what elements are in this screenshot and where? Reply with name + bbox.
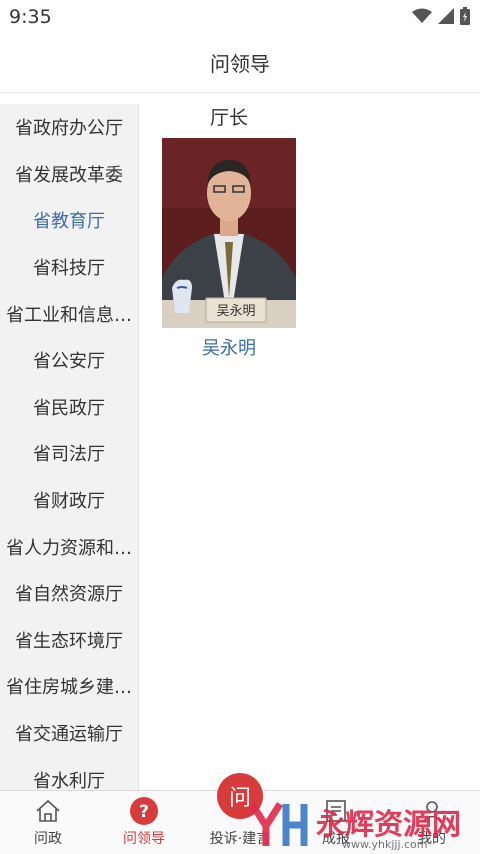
sidebar-item-label: 省发展改革委 bbox=[15, 164, 123, 186]
sidebar-item[interactable]: 省住房城乡建… bbox=[0, 663, 138, 710]
sidebar-item-label: 省政府办公厅 bbox=[15, 118, 123, 140]
sidebar-item[interactable]: 省生态环境厅 bbox=[0, 617, 138, 664]
sidebar-item-label: 省住房城乡建… bbox=[6, 677, 132, 699]
page-title: 问领导 bbox=[210, 51, 270, 76]
tab-label: 问政 bbox=[34, 831, 62, 847]
ask-fab-label: 问 bbox=[228, 786, 251, 811]
sidebar-item[interactable]: 省人力资源和… bbox=[0, 523, 138, 570]
battery-icon bbox=[460, 7, 470, 25]
tab-label: 问领导 bbox=[123, 831, 165, 847]
leader-name[interactable]: 吴永明 bbox=[162, 334, 296, 360]
sidebar-item[interactable]: 省司法厅 bbox=[0, 430, 138, 477]
leader-content: 厅长 吴永明 吴永明 bbox=[139, 93, 480, 790]
tab-mine[interactable]: 我的 bbox=[384, 791, 480, 854]
sidebar-item[interactable]: 省公安厅 bbox=[0, 337, 138, 384]
leader-photo: 吴永明 bbox=[162, 138, 296, 328]
sidebar-item-label: 省民政厅 bbox=[33, 397, 105, 419]
tab-label: 成报 bbox=[322, 831, 350, 847]
status-bar: 9:35 bbox=[0, 0, 480, 32]
sidebar-item[interactable]: 省交通运输厅 bbox=[0, 710, 138, 757]
sidebar-item[interactable]: 省发展改革委 bbox=[0, 151, 138, 198]
sidebar-item-label: 省财政厅 bbox=[33, 491, 105, 513]
sidebar-item[interactable]: 省民政厅 bbox=[0, 384, 138, 431]
tab-label: 投诉·建言 bbox=[209, 831, 271, 847]
sidebar-item[interactable]: 省自然资源厅 bbox=[0, 570, 138, 617]
ask-fab-button[interactable]: 问 bbox=[217, 773, 263, 819]
department-sidebar[interactable]: 省政府办公厅 省发展改革委 省教育厅省科技厅省工业和信息… 省公安厅省民政厅省司法厅省… bbox=[0, 104, 139, 790]
sidebar-item-label: 省工业和信息… bbox=[6, 304, 132, 326]
question-circle-icon: ? bbox=[130, 797, 158, 825]
home-icon bbox=[36, 799, 60, 822]
sidebar-item-label: 省公安厅 bbox=[33, 351, 105, 373]
status-icons bbox=[412, 7, 470, 25]
sidebar-item[interactable]: 省财政厅 bbox=[0, 477, 138, 524]
tab-wenlingdao[interactable]: ? 问领导 bbox=[96, 791, 192, 854]
report-icon bbox=[326, 800, 346, 822]
sidebar-item-label: 省水利厅 bbox=[33, 770, 105, 790]
wifi-icon bbox=[412, 8, 432, 23]
sidebar-item[interactable]: 省政府办公厅 bbox=[0, 104, 138, 151]
sidebar-item-label: 省交通运输厅 bbox=[15, 724, 123, 746]
sidebar-item-label: 省自然资源厅 bbox=[15, 584, 123, 606]
tab-wenzheng[interactable]: 问政 bbox=[0, 791, 96, 854]
user-icon bbox=[422, 801, 442, 823]
svg-text:?: ? bbox=[139, 802, 149, 822]
sidebar-item-label: 省科技厅 bbox=[33, 258, 105, 280]
leader-role: 厅长 bbox=[209, 107, 248, 129]
sidebar-item[interactable]: 省工业和信息… bbox=[0, 290, 138, 337]
leader-portrait-image: 吴永明 bbox=[162, 138, 296, 328]
sidebar-item[interactable]: 省水利厅 bbox=[0, 756, 138, 790]
app-bar: 问领导 bbox=[0, 32, 480, 93]
signal-icon bbox=[438, 8, 454, 24]
status-time: 9:35 bbox=[9, 6, 52, 28]
sidebar-item-label: 省生态环境厅 bbox=[15, 630, 123, 652]
leader-card[interactable]: 厅长 吴永明 吴永明 bbox=[162, 103, 296, 360]
tab-report[interactable]: 成报 bbox=[288, 791, 384, 854]
sidebar-item-label: 省教育厅 bbox=[33, 211, 105, 233]
sidebar-item[interactable]: 省教育厅 bbox=[0, 197, 138, 244]
sidebar-item-label: 省人力资源和… bbox=[6, 537, 132, 559]
sidebar-item[interactable]: 省科技厅 bbox=[0, 244, 138, 291]
tab-label: 我的 bbox=[418, 831, 446, 847]
sidebar-item-label: 省司法厅 bbox=[33, 444, 105, 466]
svg-text:吴永明: 吴永明 bbox=[216, 304, 255, 319]
